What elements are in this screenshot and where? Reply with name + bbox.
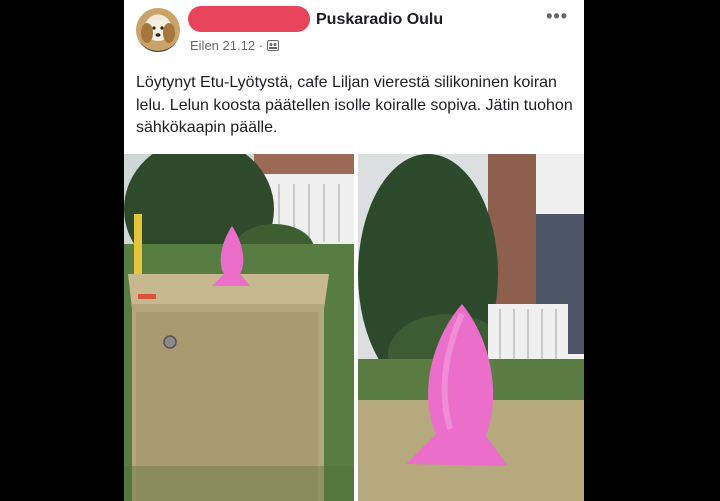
- meta-separator: ·: [258, 38, 264, 53]
- photo-divider: [354, 154, 358, 501]
- post-card: Puskaradio Oulu Eilen 21.12 · ••• Löytyn…: [124, 0, 584, 501]
- group-icon: [266, 40, 279, 53]
- more-options-icon[interactable]: •••: [546, 6, 568, 27]
- avatar[interactable]: [136, 8, 180, 52]
- post-header: Puskaradio Oulu Eilen 21.12 · •••: [124, 0, 584, 64]
- group-name[interactable]: Puskaradio Oulu: [316, 11, 443, 29]
- post-meta: Eilen 21.12 ·: [190, 38, 279, 53]
- timestamp[interactable]: Eilen 21.12: [190, 38, 255, 53]
- redacted-name: [188, 6, 310, 32]
- post-text: Löytynyt Etu-Lyötystä, cafe Liljan viere…: [136, 74, 573, 136]
- photo-left[interactable]: [124, 154, 354, 501]
- photo-right[interactable]: [358, 154, 584, 501]
